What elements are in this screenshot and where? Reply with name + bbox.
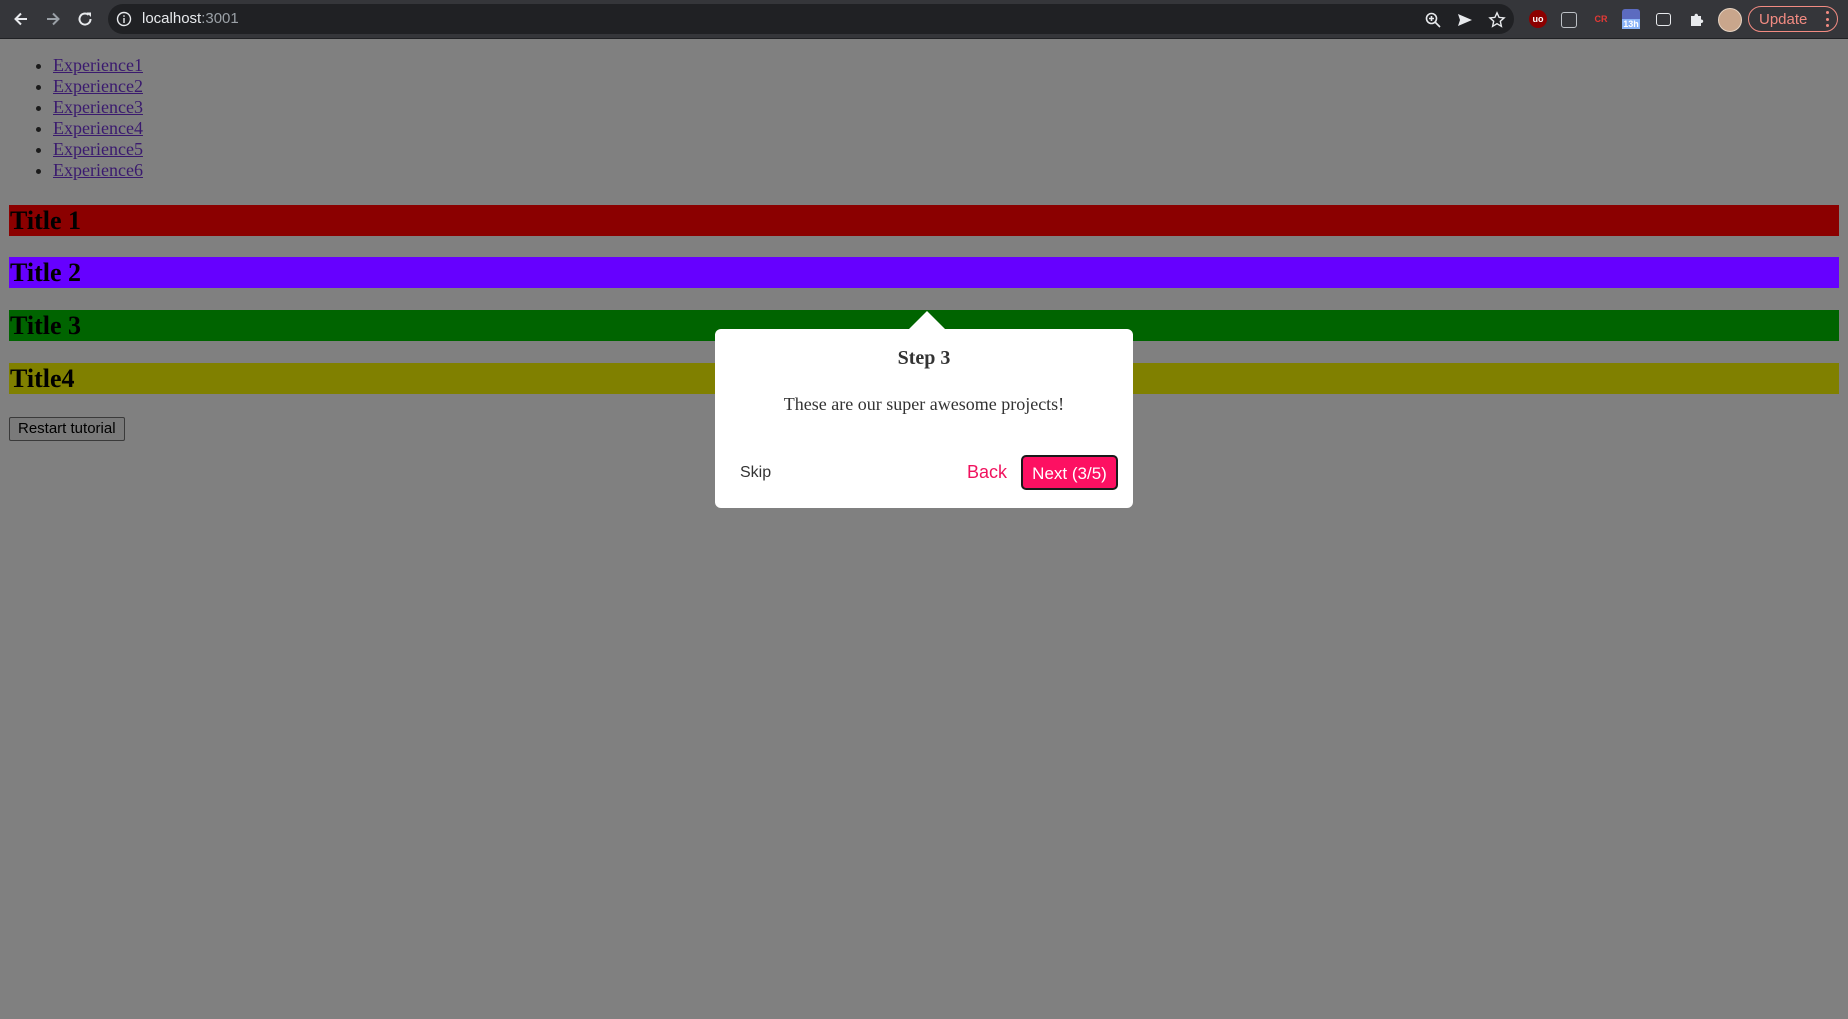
address-url: localhost:3001 (142, 10, 239, 27)
popover-arrow (909, 311, 945, 329)
back-arrow-icon[interactable] (8, 6, 34, 32)
extension-box-icon[interactable] (1561, 12, 1577, 28)
experience-link[interactable]: Experience6 (53, 160, 143, 180)
experience-link[interactable]: Experience5 (53, 139, 143, 159)
experience-link[interactable]: Experience4 (53, 118, 143, 138)
experience-nav: Experience1 Experience2 Experience3 Expe… (9, 55, 1839, 181)
list-item: Experience2 (53, 76, 1839, 97)
reload-icon[interactable] (72, 6, 98, 32)
media-control-icon[interactable] (1656, 13, 1671, 26)
calendar-badge: 13h (1622, 19, 1640, 29)
ublock-extension-icon[interactable]: uo (1529, 10, 1547, 28)
list-item: Experience5 (53, 139, 1839, 160)
address-bar[interactable]: localhost:3001 (108, 4, 1514, 34)
list-item: Experience6 (53, 160, 1839, 181)
experience-link[interactable]: Experience1 (53, 55, 143, 75)
experience-link[interactable]: Experience2 (53, 76, 143, 96)
popover-description: These are our super awesome projects! (783, 394, 1065, 414)
list-item: Experience3 (53, 97, 1839, 118)
popover-title: Step 3 (897, 347, 951, 369)
update-label: Update (1759, 10, 1808, 28)
site-info-icon[interactable] (116, 11, 132, 27)
tour-popover: Step 3 These are our super awesome proje… (715, 329, 1133, 508)
extension-cr-icon[interactable]: CR (1592, 10, 1610, 28)
puzzle-extensions-icon[interactable] (1688, 10, 1706, 28)
browser-toolbar: localhost:3001 uo CR 13h Update (0, 0, 1848, 39)
skip-button[interactable]: Skip (740, 464, 771, 482)
zoom-icon[interactable] (1424, 11, 1442, 29)
section-title-2: Title 2 (9, 257, 1839, 288)
forward-arrow-icon[interactable] (40, 6, 66, 32)
list-item: Experience4 (53, 118, 1839, 139)
page-content: Experience1 Experience2 Experience3 Expe… (9, 39, 1839, 441)
send-icon[interactable] (1456, 11, 1474, 29)
calendar-extension-icon[interactable]: 13h (1622, 9, 1640, 29)
url-host: localhost (142, 10, 202, 27)
section-title-1: Title 1 (9, 205, 1839, 236)
restart-tutorial-button[interactable]: Restart tutorial (9, 417, 125, 441)
back-button[interactable]: Back (967, 462, 1007, 483)
update-button[interactable]: Update (1748, 6, 1838, 32)
bookmark-star-icon[interactable] (1488, 11, 1506, 29)
list-item: Experience1 (53, 55, 1839, 76)
url-port: :3001 (201, 10, 239, 27)
next-button[interactable]: Next (3/5) (1021, 455, 1118, 490)
profile-avatar[interactable] (1718, 8, 1742, 32)
more-menu-icon[interactable] (1825, 11, 1829, 27)
experience-link[interactable]: Experience3 (53, 97, 143, 117)
